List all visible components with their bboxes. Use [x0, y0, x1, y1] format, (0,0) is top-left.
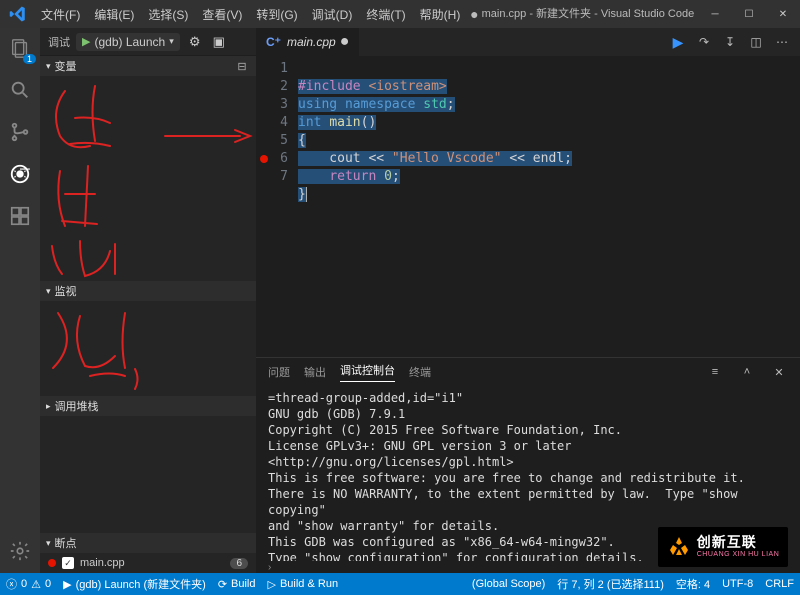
breakpoint-glyph-icon[interactable] — [260, 155, 268, 163]
menu-selection[interactable]: 选择(S) — [142, 2, 194, 27]
minimize-button[interactable]: ─ — [698, 0, 732, 28]
debug-console-icon[interactable]: ▣ — [210, 33, 228, 51]
chevron-down-icon: ▾ — [46, 286, 51, 297]
titlebar: 文件(F) 编辑(E) 选择(S) 查看(V) 转到(G) 调试(D) 终端(T… — [0, 0, 800, 28]
menu-view[interactable]: 查看(V) — [196, 2, 248, 27]
debug-toolbar: 调试 ▶ (gdb) Launch ▾ ⚙ ▣ — [40, 28, 256, 56]
vscode-logo-icon — [0, 0, 35, 28]
menu-file[interactable]: 文件(F) — [35, 2, 86, 27]
explorer-icon[interactable]: 1 — [6, 34, 34, 62]
menu-debug[interactable]: 调试(D) — [306, 2, 359, 27]
menubar: 文件(F) 编辑(E) 选择(S) 查看(V) 转到(G) 调试(D) 终端(T… — [35, 2, 466, 27]
explorer-badge: 1 — [23, 54, 36, 64]
status-eol[interactable]: CRLF — [765, 576, 794, 592]
close-button[interactable]: ✕ — [766, 0, 800, 28]
collapse-all-icon[interactable]: ⊟ — [234, 60, 250, 73]
status-build[interactable]: ⟳Build — [218, 576, 256, 592]
menu-terminal[interactable]: 终端(T) — [360, 2, 411, 27]
cpp-file-icon: C⁺ — [266, 35, 281, 49]
status-build-run[interactable]: ▷Build & Run — [268, 576, 339, 592]
settings-icon[interactable] — [6, 537, 34, 565]
run-icon[interactable]: ▶ — [670, 34, 686, 50]
activitybar: 1 — [0, 28, 40, 573]
code-area[interactable]: #include <iostream> using namespace std;… — [298, 56, 800, 357]
breakpoint-checkbox[interactable]: ✓ — [62, 557, 74, 569]
source-control-icon[interactable] — [6, 118, 34, 146]
status-launch[interactable]: ▶(gdb) Launch (新建文件夹) — [63, 576, 206, 592]
chevron-right-icon: › — [268, 562, 271, 573]
launch-config-name: (gdb) Launch — [94, 35, 165, 49]
panel-tab-terminal[interactable]: 终端 — [409, 364, 431, 380]
extensions-icon[interactable] — [6, 202, 34, 230]
panel-close-icon[interactable]: ✕ — [770, 366, 788, 379]
panel-tab-problems[interactable]: 问题 — [268, 364, 290, 380]
menu-go[interactable]: 转到(G) — [250, 2, 303, 27]
editor-group: C⁺ main.cpp ● ▶ ↷ ↧ ◫ ⋯ 12345 6 7 #inclu… — [256, 28, 800, 573]
launch-config-picker[interactable]: ▶ (gdb) Launch ▾ — [76, 33, 180, 51]
play-icon: ▶ — [82, 35, 90, 48]
window-controls: ─ ☐ ✕ — [698, 0, 800, 28]
chevron-down-icon: ▾ — [169, 36, 174, 47]
annotation-scribble — [40, 76, 256, 281]
tab-main-cpp[interactable]: C⁺ main.cpp ● — [256, 28, 360, 56]
section-watch-header[interactable]: ▾ 监视 — [40, 281, 256, 301]
dirty-dot-icon: ● — [340, 33, 350, 51]
chevron-down-icon: ▾ — [46, 538, 51, 549]
section-breakpoints-header[interactable]: ▾ 断点 — [40, 533, 256, 553]
panel-tabs: 问题 输出 调试控制台 终端 ≡ ˄ ✕ — [256, 358, 800, 386]
breakpoint-file: main.cpp — [80, 557, 125, 569]
breakpoint-line-badge: 6 — [230, 558, 248, 569]
maximize-button[interactable]: ☐ — [732, 0, 766, 28]
statusbar: ⓧ0 ⚠0 ▶(gdb) Launch (新建文件夹) ⟳Build ▷Buil… — [0, 573, 800, 595]
search-icon[interactable] — [6, 76, 34, 104]
status-errors[interactable]: ⓧ0 ⚠0 — [6, 576, 51, 592]
watermark-logo-icon — [667, 535, 691, 559]
tab-row: C⁺ main.cpp ● ▶ ↷ ↧ ◫ ⋯ — [256, 28, 800, 56]
status-spaces[interactable]: 空格: 4 — [676, 576, 710, 592]
gear-icon[interactable]: ⚙ — [186, 33, 204, 51]
watermark-cn: 创新互联 — [697, 535, 780, 550]
editor-actions: ▶ ↷ ↧ ◫ ⋯ — [660, 28, 800, 56]
section-watch-body — [40, 301, 256, 396]
line-gutter[interactable]: 12345 6 7 — [256, 56, 298, 357]
chevron-down-icon: ▾ — [46, 61, 51, 72]
section-callstack-header[interactable]: ▸ 调用堆栈 — [40, 396, 256, 416]
tab-filename: main.cpp — [287, 35, 336, 49]
annotation-scribble — [40, 301, 256, 396]
dirty-indicator: ● — [470, 7, 478, 23]
section-variables-body — [40, 76, 256, 281]
menu-help[interactable]: 帮助(H) — [414, 2, 467, 27]
panel-tab-output[interactable]: 输出 — [304, 364, 326, 380]
breakpoint-row[interactable]: ✓ main.cpp 6 — [40, 553, 256, 573]
breakpoint-dot-icon — [48, 559, 56, 567]
status-cursor[interactable]: 行 7, 列 2 (已选择111) — [557, 576, 664, 592]
split-editor-icon[interactable]: ◫ — [748, 34, 764, 50]
window-title: ● main.cpp - 新建文件夹 - Visual Studio Code — [466, 5, 698, 22]
filter-icon[interactable]: ≡ — [706, 366, 724, 378]
menu-edit[interactable]: 编辑(E) — [88, 2, 140, 27]
chevron-right-icon: ▸ — [46, 401, 51, 412]
debug-sidebar: 调试 ▶ (gdb) Launch ▾ ⚙ ▣ ▾ 变量 ⊟ — [40, 28, 256, 573]
step-into-icon[interactable]: ↧ — [722, 34, 738, 50]
status-encoding[interactable]: UTF-8 — [722, 576, 753, 592]
debug-icon[interactable] — [6, 160, 34, 188]
editor-body[interactable]: 12345 6 7 #include <iostream> using name… — [256, 56, 800, 357]
panel-maximize-icon[interactable]: ˄ — [738, 366, 756, 378]
step-over-icon[interactable]: ↷ — [696, 34, 712, 50]
debug-label: 调试 — [48, 34, 70, 50]
watermark-en: CHUANG XIN HU LIAN — [697, 551, 780, 559]
status-scope[interactable]: (Global Scope) — [472, 576, 545, 592]
panel-tab-debug-console[interactable]: 调试控制台 — [340, 362, 395, 382]
watermark: 创新互联 CHUANG XIN HU LIAN — [658, 527, 788, 567]
more-icon[interactable]: ⋯ — [774, 34, 790, 50]
section-variables-header[interactable]: ▾ 变量 ⊟ — [40, 56, 256, 76]
